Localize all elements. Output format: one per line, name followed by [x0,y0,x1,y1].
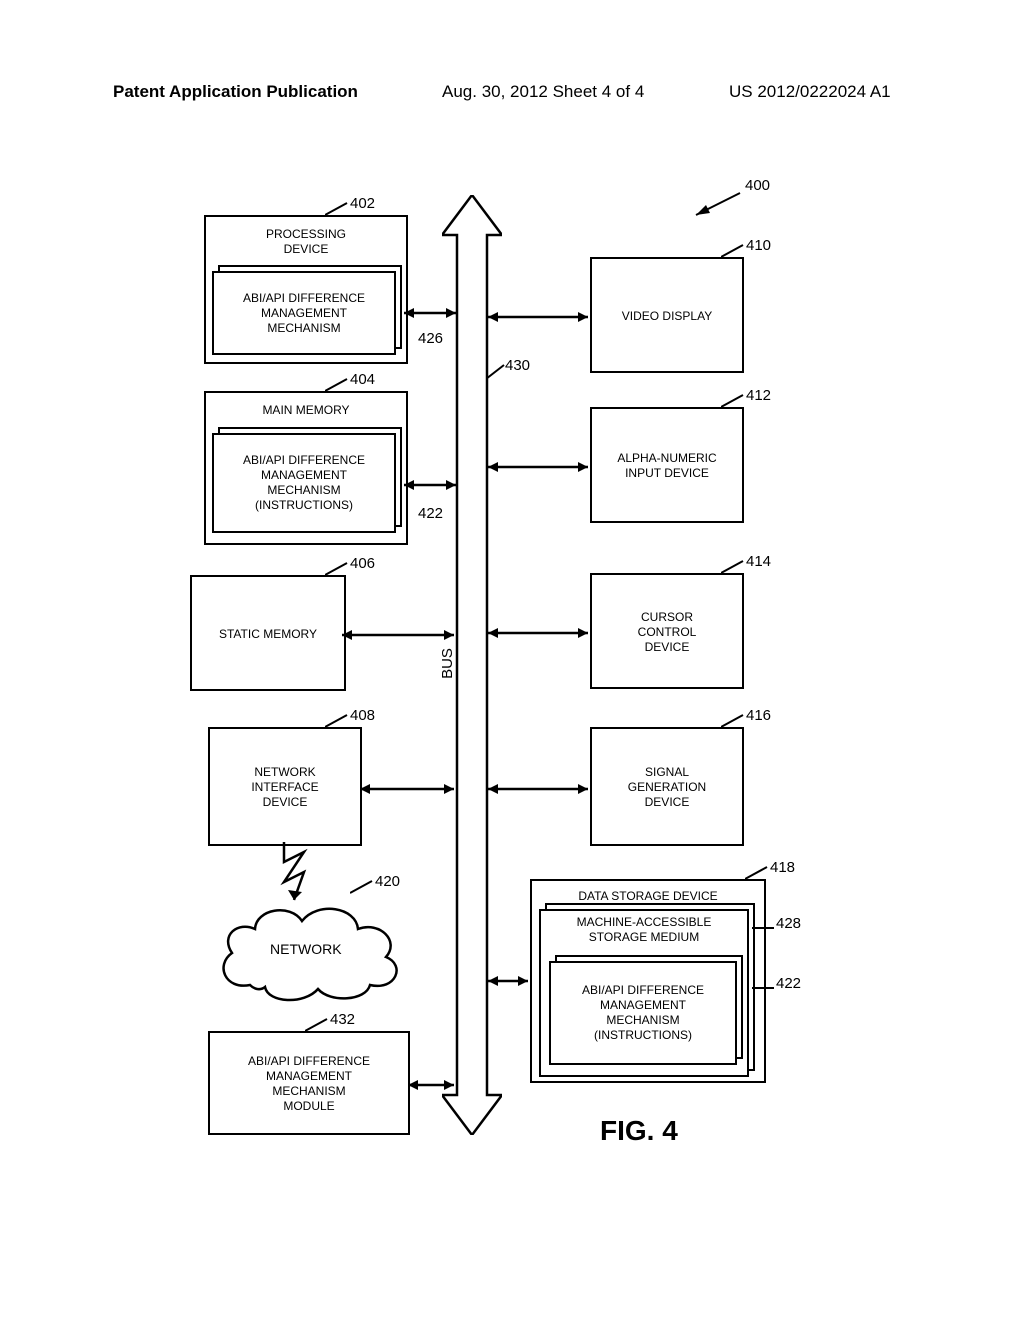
ref-428: 428 [776,915,801,932]
video-display-box: VIDEO DISPLAY [590,257,744,373]
conn-414-bus [488,623,596,643]
header-mid: Aug. 30, 2012 Sheet 4 of 4 [442,82,644,102]
main-memory-title: MAIN MEMORY [256,397,355,422]
processing-inner-box: ABI/API DIFFERENCE MANAGEMENT MECHANISM [212,271,396,355]
static-memory-title: STATIC MEMORY [213,621,323,646]
conn-402-bus [404,303,464,323]
net-if-box: NETWORK INTERFACE DEVICE [208,727,362,846]
network-cloud-label: NETWORK [270,941,342,957]
figure-4-diagram: BUS 400 402 PROCESSING DEVICE ABI/API DI… [190,195,870,1195]
conn-418-bus [488,971,538,991]
ref-400-arrow [690,189,750,219]
lead-428 [752,925,778,931]
zigzag-link-icon [280,842,320,902]
static-memory-box: STATIC MEMORY [190,575,346,691]
bus-label: BUS [439,648,456,679]
header-left: Patent Application Publication [113,82,358,102]
alpha-input-title: ALPHA-NUMERIC INPUT DEVICE [611,445,722,485]
module-box: ABI/API DIFFERENCE MANAGEMENT MECHANISM … [208,1031,410,1135]
conn-404-bus [404,475,464,495]
cursor-control-title: CURSOR CONTROL DEVICE [632,604,703,659]
ref-422b: 422 [776,975,801,992]
header-right: US 2012/0222024 A1 [729,82,891,102]
figure-label: FIG. 4 [600,1115,678,1147]
ref-426: 426 [418,330,443,347]
mainmem-inner-text: ABI/API DIFFERENCE MANAGEMENT MECHANISM … [243,453,365,513]
signal-gen-box: SIGNAL GENERATION DEVICE [590,727,744,846]
conn-416-bus [488,779,596,799]
ref-422a: 422 [418,505,443,522]
storage-medium-text: MACHINE-ACCESSIBLE STORAGE MEDIUM [577,915,712,945]
video-display-title: VIDEO DISPLAY [616,303,718,328]
conn-406-bus [342,625,462,645]
cursor-control-box: CURSOR CONTROL DEVICE [590,573,744,689]
conn-412-bus [488,457,596,477]
signal-gen-title: SIGNAL GENERATION DEVICE [622,759,712,814]
module-title: ABI/API DIFFERENCE MANAGEMENT MECHANISM … [242,1048,376,1118]
storage-instr-box: ABI/API DIFFERENCE MANAGEMENT MECHANISM … [549,961,737,1065]
processing-device-title: PROCESSING DEVICE [260,221,352,261]
alpha-input-box: ALPHA-NUMERIC INPUT DEVICE [590,407,744,523]
conn-432-bus [408,1075,460,1095]
conn-410-bus [488,307,596,327]
net-if-title: NETWORK INTERFACE DEVICE [245,759,324,814]
conn-408-bus [360,779,460,799]
storage-instr-text: ABI/API DIFFERENCE MANAGEMENT MECHANISM … [582,983,704,1043]
mainmem-inner-box: ABI/API DIFFERENCE MANAGEMENT MECHANISM … [212,433,396,533]
lead-422b [752,985,778,991]
processing-inner-text: ABI/API DIFFERENCE MANAGEMENT MECHANISM [243,291,365,336]
lead-430 [486,363,510,383]
